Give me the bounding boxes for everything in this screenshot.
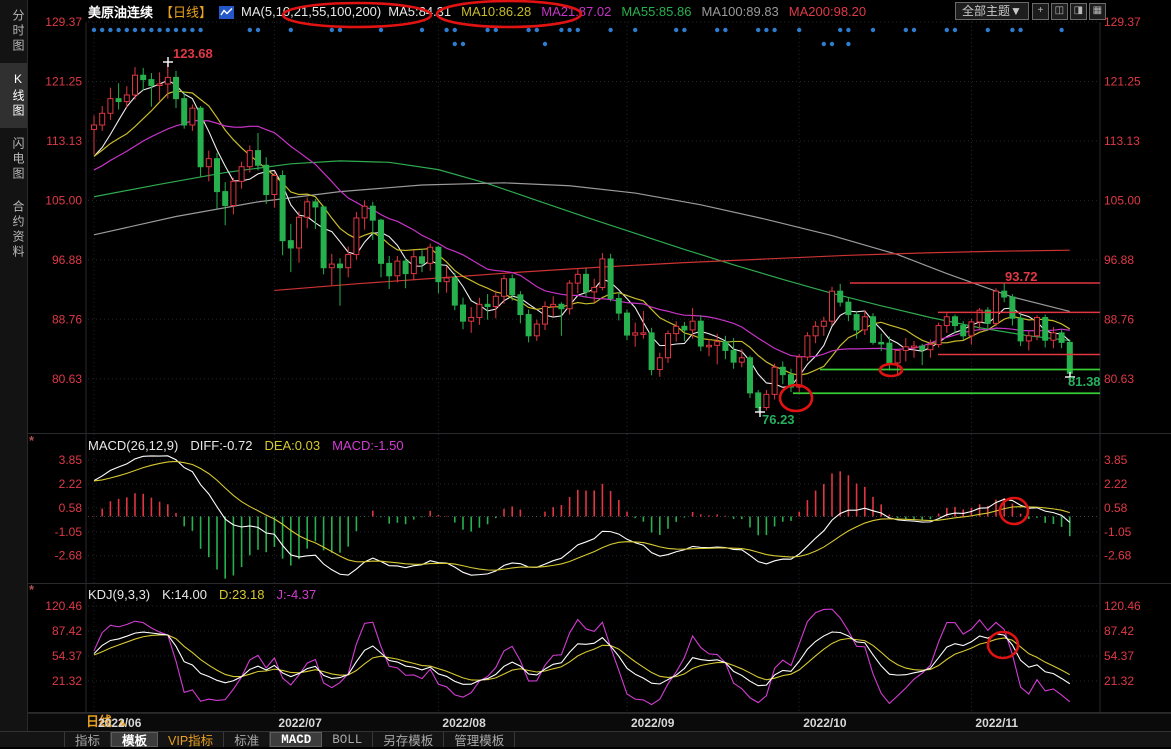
svg-text:105.00: 105.00 [1104,193,1141,207]
svg-text:3.85: 3.85 [59,453,83,467]
sidebar-item-合约资料[interactable]: 合约资料 [0,191,27,269]
svg-text:3.85: 3.85 [1104,453,1128,467]
svg-text:*: * [29,582,35,597]
kline-chart-icon [219,6,234,19]
svg-text:-1.05: -1.05 [55,525,83,539]
ma-group-label: MA(5,10,21,55,100,200) [241,4,381,19]
ma-value-MA100: MA100:89.83 [701,4,778,19]
svg-text:129.37: 129.37 [45,15,82,29]
tab-MACD[interactable]: MACD [270,732,322,747]
tab-另存模板[interactable]: 另存模板 [373,732,444,747]
kdj-j-value: J:-4.37 [277,587,317,602]
ma-values: MA5:84.31 MA10:86.28 MA21:87.02 MA55:85.86 M… [388,4,866,19]
svg-text:-2.68: -2.68 [55,549,83,563]
kdj-d-value: D:23.18 [219,587,265,602]
svg-text:21.32: 21.32 [52,674,82,688]
svg-text:*: * [29,433,35,448]
macd-title: MACD(26,12,9) [88,438,178,453]
pane-layout-right-icon[interactable]: ◨ [1070,3,1087,20]
tab-模板[interactable]: 模板 [111,732,158,747]
svg-text:2.22: 2.22 [59,477,83,491]
theme-dropdown-button[interactable]: 全部主题▼ [955,2,1029,20]
svg-text:121.25: 121.25 [1104,74,1141,88]
svg-text:0.58: 0.58 [59,501,83,515]
sidebar-item-K线图[interactable]: K线图 [0,63,27,128]
svg-text:81.38: 81.38 [1068,374,1101,389]
svg-text:-2.68: -2.68 [1104,549,1132,563]
sidebar-item-闪电图[interactable]: 闪电图 [0,128,27,191]
kdj-k-value: K:14.00 [162,587,207,602]
ma-value-MA10: MA10:86.28 [461,4,531,19]
macd-header: MACD(26,12,9) DIFF:-0.72 DEA:0.03 MACD:-… [88,438,404,453]
svg-text:76.23: 76.23 [762,412,795,427]
svg-text:2.22: 2.22 [1104,477,1128,491]
svg-text:113.13: 113.13 [46,134,82,148]
svg-text:129.37: 129.37 [1104,15,1141,29]
pane-grid-icon[interactable]: ▦ [1089,3,1106,20]
tab-VIP指标[interactable]: VIP指标 [158,732,224,747]
svg-text:-1.05: -1.05 [1104,525,1132,539]
svg-text:96.88: 96.88 [1104,253,1134,267]
kdj-title: KDJ(9,3,3) [88,587,150,602]
period-selector[interactable]: 日线 ▲ [86,714,128,730]
svg-text:120.46: 120.46 [1104,599,1141,613]
tool-buttons: +◫◨▦ [1032,3,1106,20]
pane-layout-left-icon[interactable]: ◫ [1051,3,1068,20]
svg-text:87.42: 87.42 [52,624,82,638]
macd-macd-value: MACD:-1.50 [332,438,404,453]
ma-value-MA200: MA200:98.20 [789,4,866,19]
svg-text:54.37: 54.37 [1104,649,1134,663]
svg-text:88.76: 88.76 [52,312,82,326]
left-sidebar: 分时图K线图闪电图合约资料 [0,0,28,731]
trading-app-window: 分时图K线图闪电图合约资料 美原油连续 【日线】 MA(5,10,21,55,1… [0,0,1171,747]
symbol-title: 美原油连续 [88,2,153,21]
svg-text:123.68: 123.68 [173,46,213,61]
svg-text:21.32: 21.32 [1104,674,1134,688]
svg-text:87.42: 87.42 [1104,624,1134,638]
svg-text:80.63: 80.63 [1104,372,1134,386]
crosshair-tool-icon[interactable]: + [1032,3,1049,20]
macd-dea-value: DEA:0.03 [264,438,320,453]
svg-text:113.13: 113.13 [1104,134,1140,148]
tab-管理模板[interactable]: 管理模板 [444,732,515,747]
kdj-header: KDJ(9,3,3) K:14.00 D:23.18 J:-4.37 [88,587,316,602]
macd-diff-value: DIFF:-0.72 [190,438,252,453]
svg-text:96.88: 96.88 [52,253,82,267]
tab-BOLL[interactable]: BOLL [322,732,373,747]
ma-value-MA55: MA55:85.86 [621,4,691,19]
tab-标准[interactable]: 标准 [224,732,270,747]
svg-text:93.72: 93.72 [1005,269,1038,284]
tab-指标[interactable]: 指标 [64,732,111,747]
svg-text:80.63: 80.63 [52,372,82,386]
svg-text:120.46: 120.46 [45,599,82,613]
chart-canvas: 129.37 129.37 121.25 121.25 113.13 113.13 105.… [0,0,1171,747]
svg-text:54.37: 54.37 [52,649,82,663]
sidebar-item-分时图[interactable]: 分时图 [0,0,27,63]
svg-text:0.58: 0.58 [1104,501,1128,515]
period-tag: 【日线】 [160,2,212,21]
bottom-tab-bar: 指标模板VIP指标标准MACDBOLL另存模板管理模板 [0,731,1171,747]
svg-text:121.25: 121.25 [45,74,82,88]
top-bar: 美原油连续 【日线】 MA(5,10,21,55,100,200) MA5:84… [88,0,866,22]
svg-text:105.00: 105.00 [45,193,82,207]
top-bar-right: 全部主题▼ +◫◨▦ [955,2,1106,20]
ma-value-MA5: MA5:84.31 [388,4,451,19]
ma-value-MA21: MA21:87.02 [541,4,611,19]
svg-text:88.76: 88.76 [1104,312,1134,326]
